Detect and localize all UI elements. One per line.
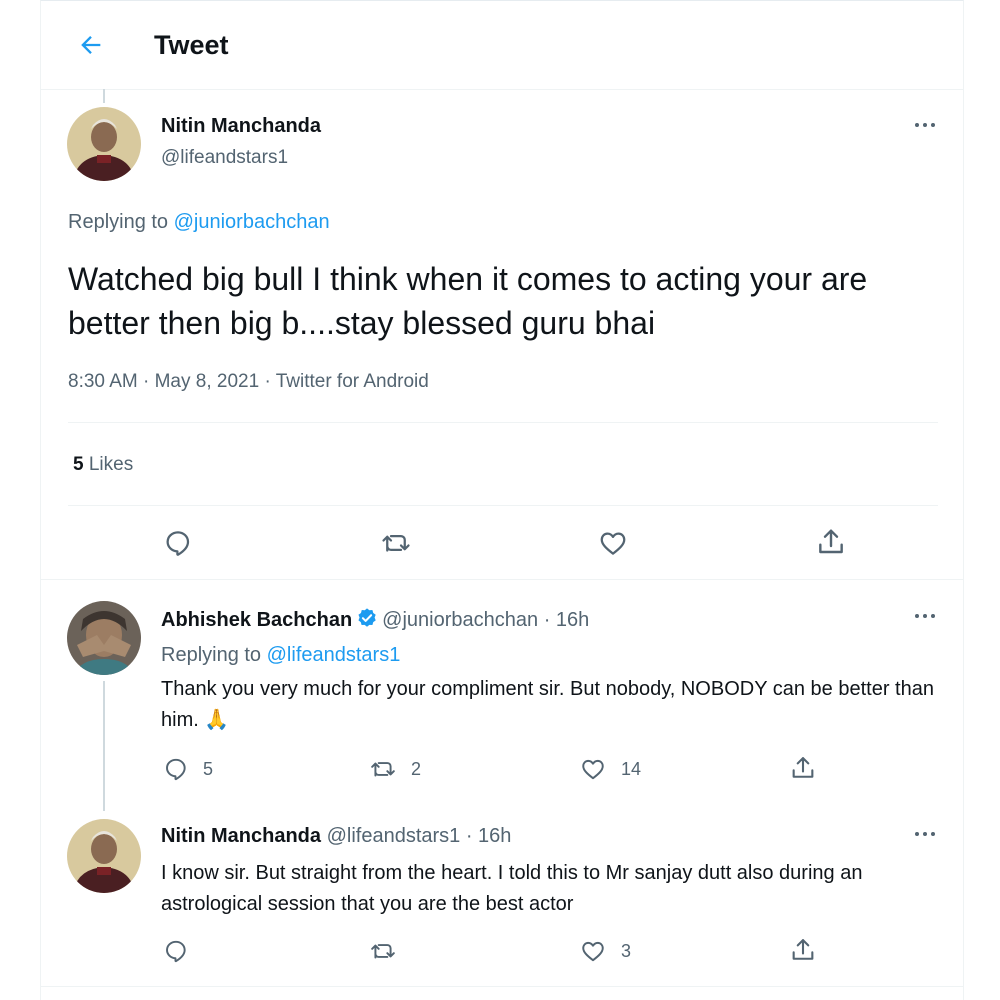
- more-options-icon[interactable]: [913, 826, 937, 842]
- tweet-meta[interactable]: 8:30 AM · May 8, 2021 · Twitter for Andr…: [68, 371, 429, 393]
- reply-icon: [166, 940, 186, 963]
- like-icon: [600, 532, 626, 555]
- tweet-frame: Tweet Nitin Manchanda @lifeandstars1 Rep…: [40, 0, 964, 1000]
- retweet-count: 2: [411, 758, 422, 779]
- share-icon: [792, 757, 814, 778]
- like-count: 14: [621, 758, 642, 779]
- reply-icon: [166, 531, 190, 556]
- reply-text: Thank you very much for your compliment …: [161, 678, 934, 731]
- author-name[interactable]: Nitin Manchanda: [161, 825, 321, 847]
- reply-time[interactable]: · 16h: [466, 825, 512, 847]
- more-options-icon[interactable]: [913, 608, 937, 624]
- replying-to: Replying to @juniorbachchan: [68, 211, 330, 234]
- header: Tweet: [41, 1, 963, 90]
- like-button[interactable]: [597, 528, 629, 558]
- share-button[interactable]: [789, 936, 817, 964]
- reply-button[interactable]: [163, 528, 193, 558]
- back-arrow-icon[interactable]: [77, 31, 105, 59]
- verified-badge-icon: [358, 608, 376, 627]
- like-count: 3: [621, 940, 632, 961]
- divider: [68, 422, 938, 423]
- like-icon: [582, 941, 604, 962]
- replying-handle-link[interactable]: @lifeandstars1: [267, 644, 401, 666]
- reply-text: I know sir. But straight from the heart.…: [161, 862, 863, 915]
- author-name[interactable]: Nitin Manchanda: [161, 115, 321, 138]
- replying-label: Replying to: [161, 644, 262, 666]
- tweet-text: Watched big bull I think when it comes t…: [68, 261, 868, 341]
- reply-header: Nitin Manchanda @lifeandstars1 · 16h: [161, 825, 511, 848]
- likes-number: 5: [73, 454, 84, 475]
- share-button[interactable]: [789, 754, 817, 782]
- retweet-button[interactable]: 2: [369, 756, 421, 782]
- separator: [41, 986, 963, 987]
- avatar[interactable]: [67, 601, 141, 675]
- author-handle[interactable]: @lifeandstars1: [161, 147, 288, 169]
- reply-icon: [166, 758, 186, 781]
- replying-label: Replying to: [68, 211, 169, 233]
- author-handle[interactable]: @lifeandstars1: [327, 825, 461, 847]
- retweet-button[interactable]: [369, 938, 397, 964]
- like-button[interactable]: 3: [579, 938, 631, 964]
- share-button[interactable]: [815, 526, 847, 558]
- separator: [41, 579, 963, 580]
- reply-count: 5: [203, 758, 214, 779]
- thread-line: [103, 681, 105, 811]
- retweet-icon: [371, 944, 395, 959]
- replying-to: Replying to @lifeandstars1: [161, 644, 400, 667]
- like-icon: [582, 759, 604, 780]
- author-name[interactable]: Abhishek Bachchan: [161, 609, 352, 631]
- share-icon: [792, 939, 814, 960]
- reply-button[interactable]: [163, 938, 189, 964]
- like-button[interactable]: 14: [579, 756, 641, 782]
- thread-line: [103, 89, 105, 103]
- reply-time[interactable]: · 16h: [544, 609, 590, 631]
- retweet-button[interactable]: [380, 528, 412, 558]
- reply-button[interactable]: 5: [163, 756, 213, 782]
- likes-label: Likes: [88, 454, 134, 475]
- avatar[interactable]: [67, 819, 141, 893]
- more-options-icon[interactable]: [913, 117, 937, 133]
- divider: [68, 505, 938, 506]
- avatar[interactable]: [67, 107, 141, 181]
- share-icon: [819, 529, 843, 554]
- retweet-icon: [382, 535, 410, 552]
- reply-header: Abhishek Bachchan @juniorbachchan · 16h: [161, 607, 589, 632]
- retweet-icon: [371, 762, 395, 777]
- replying-handle-link[interactable]: @juniorbachchan: [174, 211, 330, 233]
- page-title: Tweet: [154, 30, 229, 60]
- likes-count[interactable]: 5 Likes: [73, 454, 133, 476]
- author-handle[interactable]: @juniorbachchan: [382, 609, 538, 631]
